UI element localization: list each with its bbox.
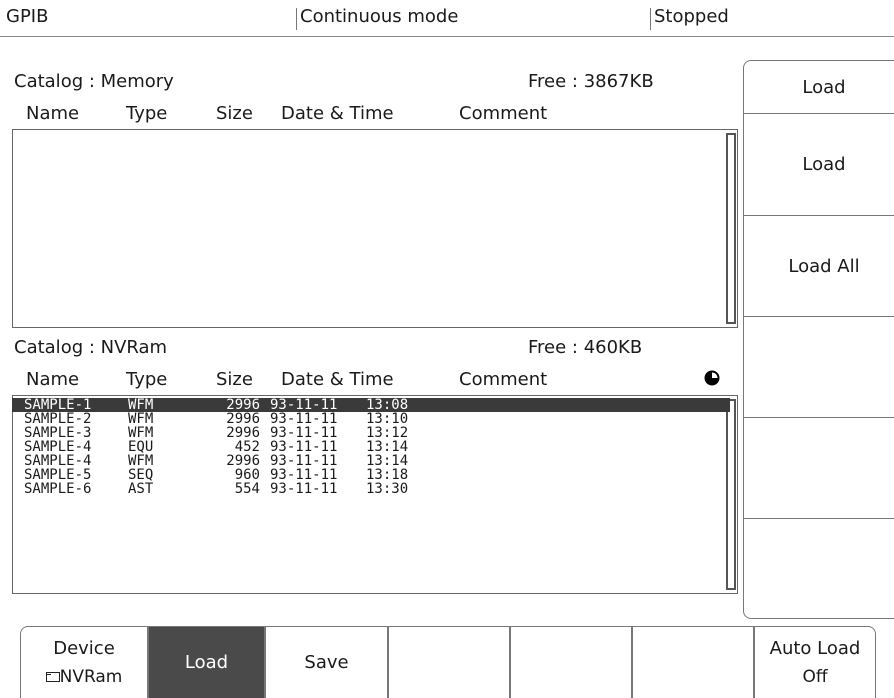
cell-time: 13:18 [366,467,409,483]
table-row[interactable]: SAMPLE-4 EQU 452 93-11-11 13:14 [12,440,730,454]
table-row[interactable]: SAMPLE-1 WFM 2996 93-11-11 13:08 [12,398,730,412]
memory-catalog-title: Catalog : Memory [14,71,174,92]
cell-date: 93-11-11 [270,425,338,441]
cell-type: WFM [128,453,154,469]
cell-time: 13:30 [366,481,409,497]
cell-size: 554 [234,481,260,497]
cell-date: 93-11-11 [270,467,338,483]
device-name: NVRam [59,667,123,687]
side-empty-button-3[interactable] [744,518,894,618]
cell-name: SAMPLE-4 [24,453,92,469]
cell-time: 13:12 [366,425,409,441]
cell-type: SEQ [128,467,154,483]
side-load-button[interactable]: Load [744,113,894,215]
empty-tab-button-1[interactable] [388,626,510,698]
table-row[interactable]: SAMPLE-4 WFM 2996 93-11-11 13:14 [12,454,730,468]
cell-name: SAMPLE-3 [24,425,92,441]
column-header-comment: Comment [459,369,548,390]
empty-tab-button-2[interactable] [510,626,632,698]
cell-name: SAMPLE-1 [24,397,92,413]
nvram-catalog-title: Catalog : NVRam [14,337,168,358]
table-row[interactable]: SAMPLE-5 SEQ 960 93-11-11 13:18 [12,468,730,482]
cell-type: WFM [128,397,154,413]
status-divider [650,8,651,30]
cell-date: 93-11-11 [270,481,338,497]
device-button[interactable]: Device NVRam [20,626,148,698]
column-header-size: Size [216,369,253,390]
bottom-menu: Device NVRam Load Save Auto Load Off [14,626,876,698]
cell-name: SAMPLE-6 [24,481,92,497]
auto-load-label: Auto Load [769,638,861,659]
side-empty-button-1[interactable] [744,316,894,417]
column-header-type: Type [126,369,168,390]
cell-time: 13:10 [366,411,409,427]
memory-file-list[interactable] [12,129,738,328]
run-mode-status: Continuous mode [300,6,459,27]
cell-type: EQU [128,439,154,455]
column-header-date-time: Date & Time [281,103,394,124]
cell-name: SAMPLE-5 [24,467,92,483]
folder-icon [45,672,60,682]
side-load-all-button[interactable]: Load All [744,215,894,316]
cell-size: 2996 [226,411,260,427]
column-header-size: Size [216,103,253,124]
side-empty-button-2[interactable] [744,417,894,518]
table-row[interactable]: SAMPLE-6 AST 554 93-11-11 13:30 [12,482,730,496]
side-menu-title: Load [802,76,846,98]
column-header-date-time: Date & Time [281,369,394,390]
status-divider [296,8,297,30]
cell-type: WFM [128,411,154,427]
circle-half-icon [704,370,720,386]
cell-size: 2996 [226,453,260,469]
interface-status: GPIB [6,6,49,27]
device-button-label: Device [53,638,115,659]
memory-list-scrollbar[interactable] [726,133,736,324]
cell-time: 13:14 [366,453,409,469]
cell-size: 960 [234,467,260,483]
cell-date: 93-11-11 [270,397,338,413]
cell-name: SAMPLE-2 [24,411,92,427]
cell-date: 93-11-11 [270,453,338,469]
column-header-name: Name [26,369,80,390]
side-menu: Load Load Load All [743,60,894,619]
nvram-free-space: Free : 460KB [528,337,643,358]
column-header-name: Name [26,103,80,124]
auto-load-value: Off [802,667,828,687]
empty-tab-button-3[interactable] [632,626,754,698]
save-tab-button[interactable]: Save [265,626,388,698]
cell-size: 2996 [226,425,260,441]
table-row[interactable]: SAMPLE-3 WFM 2996 93-11-11 13:12 [12,426,730,440]
memory-free-space: Free : 3867KB [528,71,654,92]
load-tab-button[interactable]: Load [148,626,265,698]
status-separator [0,36,894,37]
cell-date: 93-11-11 [270,439,338,455]
cell-date: 93-11-11 [270,411,338,427]
cell-type: WFM [128,425,154,441]
cell-type: AST [128,481,154,497]
nvram-rows: SAMPLE-1 WFM 2996 93-11-11 13:08 SAMPLE-2 WFM 2… [12,398,730,496]
cell-name: SAMPLE-4 [24,439,92,455]
run-state-status: Stopped [654,6,729,27]
cell-size: 452 [234,439,260,455]
auto-load-button[interactable]: Auto Load Off [754,626,876,698]
column-header-comment: Comment [459,103,548,124]
cell-time: 13:08 [366,397,409,413]
column-header-type: Type [126,103,168,124]
cell-time: 13:14 [366,439,409,455]
device-button-value: NVRam [45,667,123,687]
cell-size: 2996 [226,397,260,413]
table-row[interactable]: SAMPLE-2 WFM 2996 93-11-11 13:10 [12,412,730,426]
